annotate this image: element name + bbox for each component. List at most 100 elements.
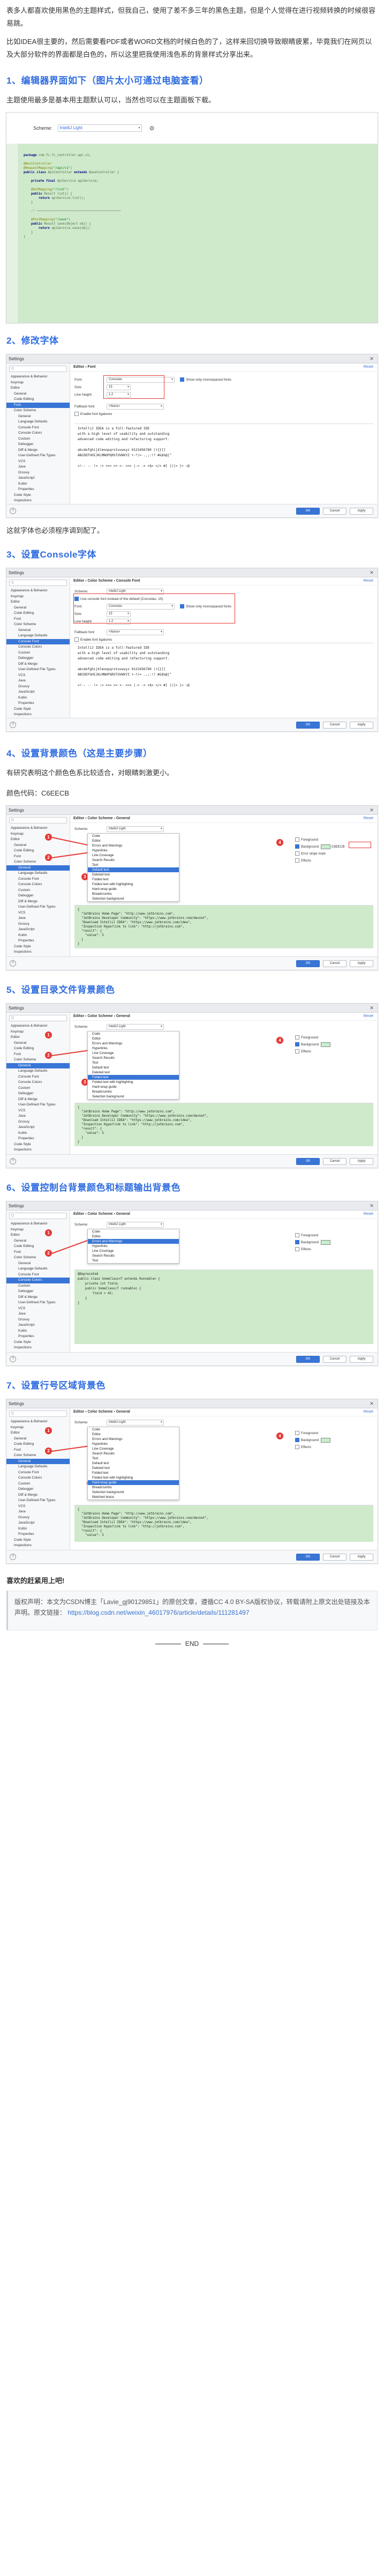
tree-item[interactable]: Diff & Merge [6,899,70,905]
tree-item[interactable]: Code Style [6,707,70,712]
scheme-select[interactable]: IntelliJ Light [107,1419,164,1426]
option-item[interactable]: Code [88,1427,179,1432]
fallback-select[interactable]: <None> [107,403,164,410]
error-stripe-checkbox[interactable] [295,851,299,856]
tree-item[interactable]: Color Scheme [6,1453,70,1459]
ok-button[interactable]: OK [296,960,320,967]
gear-icon[interactable]: ⚙ [146,125,158,132]
tree-item[interactable]: JavaScript [6,689,70,695]
ligatures-checkbox[interactable] [74,412,79,416]
tree-item[interactable]: Diff & Merge [6,1295,70,1301]
fallback-select[interactable]: <None> [107,629,164,635]
tree-item[interactable]: Debugger [6,893,70,899]
tree-item[interactable]: Custom [6,888,70,894]
tree-item[interactable]: Custom [6,650,70,656]
tree-item[interactable]: Properties [6,487,70,493]
tree-item[interactable]: Console Colors [6,1080,70,1086]
tree-item[interactable]: Appearance & Behavior [6,1221,70,1227]
reset-link[interactable]: Reset [364,363,373,371]
tree-item[interactable]: Language Defaults [6,633,70,639]
tree-item[interactable]: Code Style [6,1340,70,1346]
close-icon[interactable]: ✕ [366,356,378,362]
option-item-selected[interactable]: Folded text [88,1075,179,1080]
tree-item[interactable]: Diff & Merge [6,1097,70,1103]
option-item[interactable]: Hyperlinks [88,1244,179,1249]
tree-item[interactable]: Language Defaults [6,1266,70,1272]
ligatures-checkbox[interactable] [74,637,79,642]
tree-item[interactable]: VCS [6,1306,70,1312]
settings-search-input[interactable]: Q [9,817,67,823]
tree-item[interactable]: Properties [6,1334,70,1340]
help-icon[interactable]: ? [10,960,16,967]
tree-item[interactable]: Custom [6,436,70,442]
option-item[interactable]: Line Coverage [88,1446,179,1451]
option-item[interactable]: Folded text [88,1471,179,1475]
cancel-button[interactable]: Cancel [323,1157,347,1165]
tree-item[interactable]: JavaScript [6,1520,70,1526]
tree-item-console-font-selected[interactable]: Console Font [6,639,70,644]
tree-item[interactable]: General [6,1238,70,1244]
option-item[interactable]: Search Results [88,858,179,863]
option-item[interactable]: Folded text with highlighting [88,1475,179,1480]
tree-item[interactable]: Groovy [6,684,70,690]
ok-button[interactable]: OK [296,1355,320,1363]
effects-checkbox[interactable] [295,1445,299,1450]
tree-item[interactable]: Code Editing [6,611,70,617]
option-item[interactable]: Text [88,1456,179,1461]
tree-item[interactable]: Color Scheme [6,622,70,628]
tree-item-general-selected[interactable]: General [6,865,70,871]
tree-item[interactable]: Console Font [6,1074,70,1080]
option-item[interactable]: Line Coverage [88,1051,179,1056]
settings-search-input[interactable]: Q [9,366,67,372]
tree-item[interactable]: Console Font [6,1272,70,1278]
option-item[interactable]: Text [88,1060,179,1065]
editor-code-area[interactable]: package com.fc.fc_controller.api.v1; @Re… [6,144,378,323]
tree-item[interactable]: Console Colors [6,1475,70,1481]
tree-item[interactable]: Debugger [6,1487,70,1493]
source-link[interactable]: https://blog.csdn.net/weixin_46017976/ar… [67,1609,249,1616]
tree-item[interactable]: Inspections [6,1345,70,1351]
option-item[interactable]: Hyperlinks [88,1046,179,1051]
tree-item[interactable]: Keymap [6,1029,70,1035]
tree-item[interactable]: Kotlin [6,1131,70,1137]
apply-button[interactable]: Apply [350,1157,373,1165]
background-color-swatch[interactable] [321,1042,331,1047]
tree-item[interactable]: Java [6,916,70,922]
tree-item[interactable]: Properties [6,1532,70,1538]
tree-item[interactable]: Kotlin [6,481,70,487]
settings-search-input[interactable]: Q [9,1015,67,1021]
tree-item[interactable]: Code Editing [6,1046,70,1052]
tree-item[interactable]: JavaScript [6,927,70,933]
option-item-selected[interactable]: Default text [88,867,179,872]
option-item[interactable]: Breadcrumbs [88,892,179,896]
help-icon[interactable]: ? [10,1554,16,1560]
background-color-swatch[interactable] [321,1239,331,1245]
foreground-checkbox[interactable] [295,1233,299,1238]
background-color-swatch[interactable] [321,1437,331,1443]
tree-item[interactable]: Custom [6,1283,70,1289]
cancel-button[interactable]: Cancel [323,960,347,967]
option-item-selected[interactable]: Errors and Warnings [88,1239,179,1244]
option-item[interactable]: Editor [88,1036,179,1041]
tree-item[interactable]: Java [6,1311,70,1317]
tree-item[interactable]: Properties [6,938,70,944]
tree-item[interactable]: Code Editing [6,1442,70,1447]
tree-item[interactable]: Console Colors [6,430,70,436]
tree-item[interactable]: Appearance & Behavior [6,826,70,832]
tree-item[interactable]: Kotlin [6,1328,70,1334]
tree-item[interactable]: Debugger [6,656,70,662]
reset-link[interactable]: Reset [364,1408,373,1416]
close-icon[interactable]: ✕ [366,1203,378,1209]
tree-item[interactable]: Code Style [6,1142,70,1148]
option-item[interactable]: Text [88,1258,179,1263]
tree-item[interactable]: User-Defined File Types [6,667,70,673]
option-item[interactable]: Folded text with highlighting [88,1080,179,1085]
tree-item[interactable]: JavaScript [6,1125,70,1131]
tree-item[interactable]: Keymap [6,1227,70,1233]
option-item[interactable]: Code [88,1229,179,1234]
option-item[interactable]: Search Results [88,1451,179,1456]
option-item[interactable]: Selection background [88,896,179,901]
tree-item[interactable]: Color Scheme [6,1057,70,1063]
background-color-swatch[interactable] [321,844,331,849]
cancel-button[interactable]: Cancel [323,507,347,515]
